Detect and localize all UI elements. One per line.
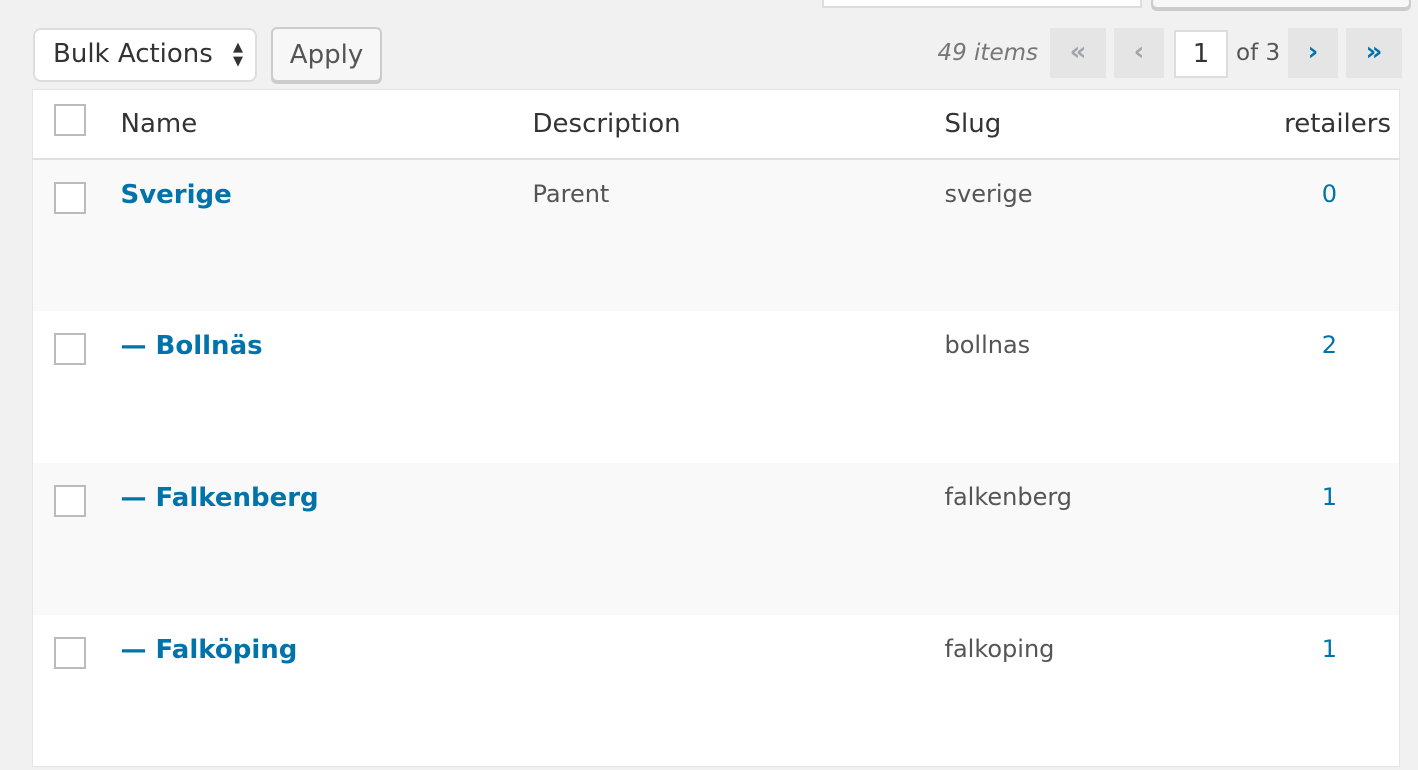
term-description (531, 462, 944, 615)
column-name[interactable]: Name (119, 89, 532, 160)
column-description[interactable]: Description (531, 89, 944, 160)
term-name-link[interactable]: — Falköping (120, 615, 532, 767)
row-checkbox[interactable] (54, 484, 86, 517)
column-slug[interactable]: Slug (943, 89, 1244, 160)
term-name-link[interactable]: — Falkenberg (119, 462, 532, 615)
table-row: — Falköping falkoping 1 (33, 615, 1400, 767)
retailers-count-link[interactable]: 1 (1243, 462, 1400, 615)
column-retailers[interactable]: retailers (1243, 89, 1400, 160)
search-button[interactable] (1151, 0, 1411, 9)
table-row: — Bollnäs bollnas 2 (33, 311, 1400, 463)
term-slug: falkoping (944, 634, 1055, 663)
select-all-checkbox[interactable] (54, 104, 86, 137)
retailers-count-link[interactable]: 0 (1243, 158, 1400, 311)
items-count: 49 items (937, 40, 1038, 66)
row-checkbox[interactable] (54, 636, 86, 669)
term-name-link[interactable]: Sverige (119, 158, 532, 311)
next-page-button[interactable]: › (1288, 28, 1338, 78)
last-page-button[interactable]: » (1346, 28, 1402, 78)
retailers-count-link[interactable]: 2 (1244, 311, 1400, 463)
term-description (532, 311, 944, 463)
apply-button[interactable]: Apply (271, 27, 382, 82)
terms-table: Name Description Slug retailers Sverige P… (32, 89, 1400, 767)
term-slug: sverige (943, 158, 1244, 311)
bulk-actions-label: Bulk Actions (53, 39, 213, 69)
term-name-link[interactable]: — Bollnäs (120, 311, 532, 463)
retailers-count-link[interactable]: 1 (1244, 615, 1400, 767)
prev-page-button: ‹ (1114, 28, 1164, 78)
row-checkbox[interactable] (54, 332, 86, 365)
term-slug: falkenberg (943, 462, 1244, 615)
total-pages: of 3 (1236, 40, 1281, 66)
row-checkbox[interactable] (54, 181, 86, 214)
table-row: — Falkenberg falkenberg 1 (32, 462, 1400, 615)
term-description (532, 615, 944, 767)
select-arrows-icon: ▲ ▼ (233, 40, 243, 69)
term-description: Parent (531, 158, 944, 311)
bulk-actions-select[interactable]: Bulk Actions ▲ ▼ (33, 28, 257, 82)
search-input[interactable] (822, 0, 1142, 8)
first-page-button: « (1050, 28, 1106, 78)
current-page-input[interactable]: 1 (1174, 30, 1228, 78)
term-slug: bollnas (944, 330, 1031, 359)
table-row: Sverige Parent sverige 0 (32, 158, 1400, 311)
